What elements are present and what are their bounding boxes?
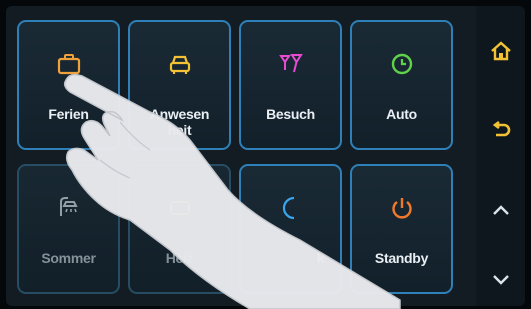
tile-standby[interactable]: Standby: [350, 164, 453, 294]
tile-label: Anwesen heit: [130, 106, 229, 138]
back-arrow-icon: [492, 120, 510, 137]
car-icon: [169, 55, 190, 74]
tile-label: Auto: [386, 106, 417, 122]
tile-label-line2: heit: [167, 122, 192, 138]
tile-label: Ferien: [48, 106, 89, 122]
scene-grid: Ferien Anwesen heit Besuch Auto Sommer H…: [6, 6, 476, 306]
tile-anwesenheit[interactable]: Anwesen heit: [128, 20, 231, 150]
clock-icon: [391, 53, 412, 75]
cocktail-glasses-icon: [278, 54, 303, 73]
chevron-up-icon: [492, 205, 509, 215]
touch-screen: Ferien Anwesen heit Besuch Auto Sommer H…: [6, 6, 525, 306]
tile-label: k: [241, 250, 340, 266]
tile-nacht[interactable]: k: [239, 164, 342, 294]
tile-auto[interactable]: Auto: [350, 20, 453, 150]
tile-label: Heiz: [165, 250, 194, 266]
tile-besuch[interactable]: Besuch: [239, 20, 342, 150]
scroll-down-button[interactable]: [476, 254, 525, 304]
side-navigation: [476, 6, 525, 306]
tile-label-line1: Anwesen: [149, 106, 210, 122]
power-icon: [391, 198, 412, 219]
chevron-down-icon: [492, 275, 509, 285]
tile-label: Besuch: [266, 106, 315, 122]
scroll-up-button[interactable]: [476, 186, 525, 236]
suitcase-icon: [57, 54, 80, 75]
tile-label: Standby: [374, 250, 429, 266]
tile-heizen[interactable]: Heiz: [128, 164, 231, 294]
tile-label: Sommer: [41, 250, 96, 266]
tile-sommer[interactable]: Sommer: [17, 164, 120, 294]
shower-icon: [59, 197, 78, 216]
tile-ferien[interactable]: Ferien: [17, 20, 120, 150]
home-button[interactable]: [476, 26, 525, 76]
tile-label-text: k: [316, 250, 325, 266]
moon-icon: [282, 196, 294, 220]
heating-icon: [169, 201, 190, 215]
back-button[interactable]: [476, 106, 525, 156]
home-icon: [490, 41, 511, 61]
